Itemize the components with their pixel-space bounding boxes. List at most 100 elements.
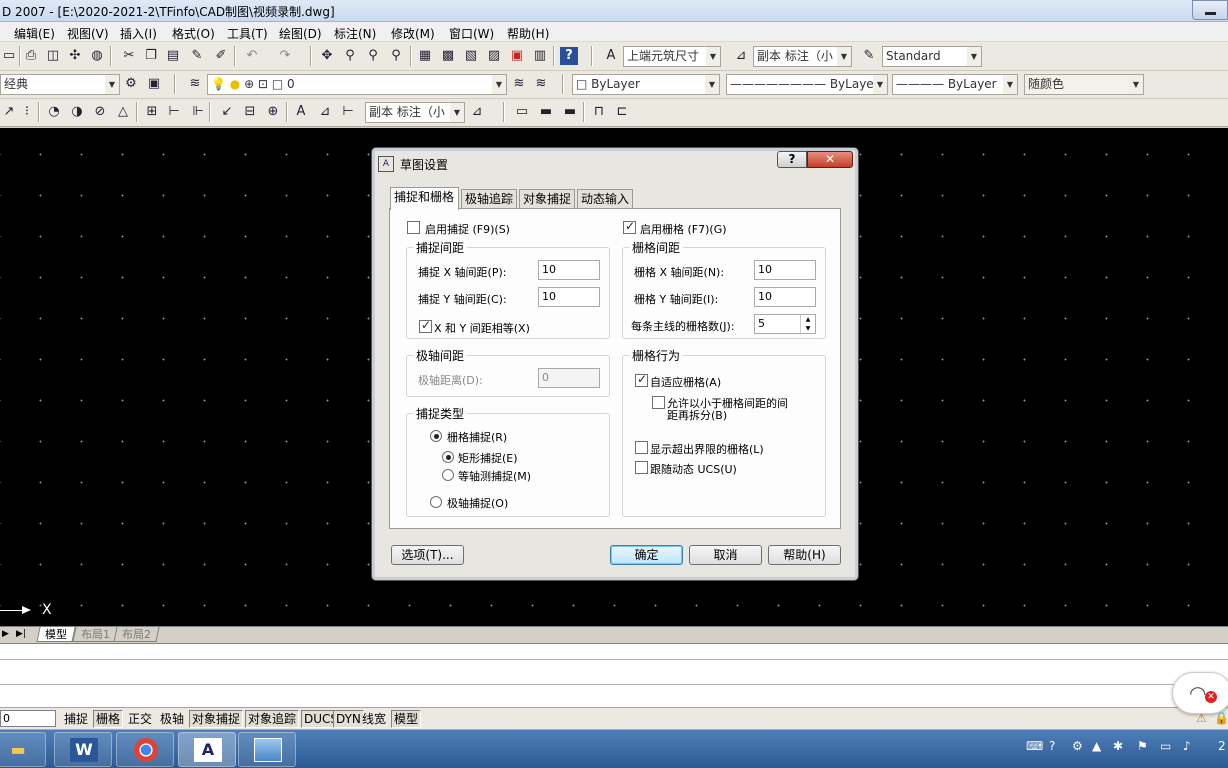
word-taskbar-button[interactable]: W — [54, 732, 112, 767]
tab-model[interactable]: 模型 — [36, 627, 76, 642]
diameter-dim-icon[interactable]: ⊘ — [91, 103, 109, 121]
ok-button[interactable]: 确定 — [610, 545, 683, 565]
polar-snap-radio[interactable] — [430, 496, 442, 508]
help-button[interactable]: 帮助(H) — [768, 545, 841, 565]
menu-edit[interactable]: 编辑(E) — [14, 25, 55, 42]
status-ortho[interactable]: 正交 — [125, 710, 155, 728]
photo-viewer-taskbar-button[interactable] — [238, 732, 296, 767]
dimension-style-icon[interactable]: ⊿ — [468, 103, 486, 121]
tolerance-icon[interactable]: ⊟ — [241, 103, 259, 121]
enable-grid-checkbox[interactable] — [623, 219, 636, 234]
markup-icon[interactable]: ▣ — [508, 47, 526, 65]
beyond-limits-checkbox[interactable] — [635, 441, 648, 454]
layer-freeze-icon[interactable]: ⊓ — [590, 103, 608, 121]
options-button[interactable]: 选项(T)... — [391, 545, 464, 565]
status-grid[interactable]: 栅格 — [93, 710, 124, 728]
subdivide-checkbox[interactable] — [652, 396, 665, 409]
plot-preview-icon[interactable]: ◫ — [44, 47, 62, 65]
layer-walk-icon[interactable]: ⊏ — [613, 103, 631, 121]
dimstyle-icon[interactable]: ⊿ — [732, 47, 750, 65]
menu-insert[interactable]: 插入(I) — [120, 25, 157, 42]
flag-icon[interactable]: ⚑ — [1137, 739, 1148, 753]
tab-snap-and-grid[interactable]: 捕捉和栅格 — [390, 187, 459, 210]
layer-iso-icon[interactable]: ▬ — [537, 103, 555, 121]
snap-x-input[interactable]: 10 — [538, 260, 600, 280]
angular-dim-icon[interactable]: △ — [114, 103, 132, 121]
rectangular-snap-radio[interactable] — [442, 451, 454, 463]
layer-previous-icon[interactable]: ≋ — [532, 75, 550, 93]
dialog-close-button[interactable]: ✕ — [807, 151, 853, 168]
workspace-settings-icon[interactable]: ⚙ — [122, 75, 140, 93]
leader-icon[interactable]: ↙ — [218, 103, 236, 121]
annotation-scale-combo[interactable]: 副本 标注（小 ▼ — [753, 46, 852, 67]
display-icon[interactable]: ▭ — [1160, 739, 1171, 753]
zoom-realtime-icon[interactable]: ⚲ — [341, 47, 359, 65]
grid-snap-radio[interactable] — [430, 430, 442, 442]
linetype-combo[interactable]: ———————— ByLayer ▼ — [726, 74, 888, 95]
keyboard-icon[interactable]: ⌨ — [1026, 739, 1043, 753]
sheet-set-icon[interactable]: ▨ — [485, 47, 503, 65]
layer-off-icon[interactable]: ▬ — [561, 103, 579, 121]
undo-icon[interactable]: ↶ — [243, 47, 261, 65]
menu-draw[interactable]: 绘图(D) — [279, 25, 322, 42]
tab-layout1[interactable]: 布局1 — [72, 627, 119, 642]
menu-view[interactable]: 视图(V) — [67, 25, 109, 42]
continue-dim-icon[interactable]: ⊩ — [189, 103, 207, 121]
calculator-icon[interactable]: ▥ — [531, 47, 549, 65]
volume-icon[interactable]: ♪ — [1183, 739, 1191, 753]
arc-length-icon[interactable]: ↗ — [0, 103, 18, 121]
dim-update-icon[interactable]: ⊢ — [339, 103, 357, 121]
minimize-button[interactable] — [1192, 0, 1228, 20]
table-style-icon[interactable]: ✎ — [860, 47, 878, 65]
status-lineweight[interactable]: 线宽 — [359, 710, 389, 728]
menu-tools[interactable]: 工具(T) — [227, 25, 268, 42]
menu-window[interactable]: 窗口(W) — [449, 25, 494, 42]
workspace-save-icon[interactable]: ▣ — [145, 75, 163, 93]
dimstyle-combo[interactable]: 上端元筑尺寸 ▼ — [623, 46, 721, 67]
design-center-icon[interactable]: ▩ — [439, 47, 457, 65]
tab-object-snap[interactable]: 对象捕捉 — [519, 189, 575, 209]
tab-polar-tracking[interactable]: 极轴追踪 — [461, 189, 517, 209]
status-snap[interactable]: 捕捉 — [61, 710, 91, 728]
menu-help[interactable]: 帮助(H) — [507, 25, 549, 42]
jogged-dim-icon[interactable]: ◑ — [68, 103, 86, 121]
cancel-button[interactable]: 取消 — [689, 545, 762, 565]
dim-style-combo[interactable]: 副本 标注（小 ▼ — [365, 102, 465, 123]
settings-tray-icon[interactable]: ⚙ — [1072, 739, 1083, 753]
network-tray-icon[interactable]: ✱ — [1113, 739, 1123, 753]
zoom-previous-icon[interactable]: ⚲ — [387, 47, 405, 65]
command-line[interactable] — [0, 643, 1228, 707]
adaptive-grid-checkbox[interactable] — [635, 372, 648, 387]
clock[interactable]: 2 — [1218, 739, 1226, 753]
network-status-bubble[interactable]: ◠ ✕ — [1172, 672, 1228, 714]
enable-snap-checkbox[interactable] — [407, 221, 420, 234]
polar-distance-input[interactable]: 0 — [538, 368, 600, 388]
properties-icon[interactable]: ▦ — [416, 47, 434, 65]
paste-icon[interactable]: ▤ — [164, 47, 182, 65]
equal-spacing-checkbox[interactable] — [419, 318, 432, 333]
ordinate-dim-icon[interactable]: ⁝ — [18, 103, 36, 121]
text-style-combo[interactable]: Standard ▼ — [882, 46, 982, 67]
status-polar[interactable]: 极轴 — [157, 710, 187, 728]
major-line-stepper[interactable]: 5 ▲ ▼ — [754, 314, 816, 335]
menu-format[interactable]: 格式(O) — [172, 25, 215, 42]
cut-icon[interactable]: ✂ — [120, 47, 138, 65]
center-mark-icon[interactable]: ⊕ — [264, 103, 282, 121]
publish-icon[interactable]: ✣ — [66, 47, 84, 65]
menu-dimension[interactable]: 标注(N) — [334, 25, 376, 42]
tab-dynamic-input[interactable]: 动态输入 — [577, 189, 633, 209]
lineweight-combo[interactable]: ———— ByLayer ▼ — [892, 74, 1018, 95]
show-hidden-icons[interactable]: ▲ — [1092, 739, 1101, 753]
status-otrack[interactable]: 对象追踪 — [245, 710, 300, 728]
quick-dim-icon[interactable]: ⊞ — [143, 103, 161, 121]
isometric-snap-radio[interactable] — [442, 469, 454, 481]
tab-layout2[interactable]: 布局2 — [113, 627, 160, 642]
tool-palettes-icon[interactable]: ▧ — [462, 47, 480, 65]
chrome-taskbar-button[interactable] — [116, 732, 174, 767]
dimtedit-icon[interactable]: ⊿ — [316, 103, 334, 121]
layer-combo[interactable]: 💡 ● ⊕ ⊡ □ 0 ▼ — [207, 74, 507, 95]
block-editor-icon[interactable]: ✐ — [212, 47, 230, 65]
snap-y-input[interactable]: 10 — [538, 287, 600, 307]
follow-ucs-checkbox[interactable] — [635, 461, 648, 474]
copy-icon[interactable]: ❐ — [142, 47, 160, 65]
